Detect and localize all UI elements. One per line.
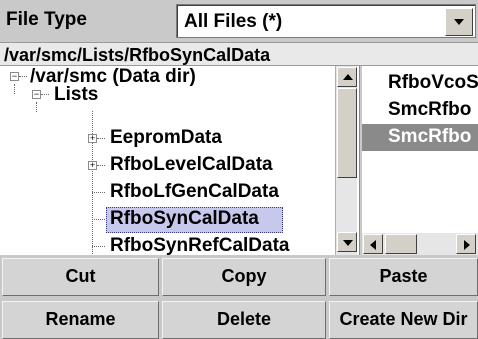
file-type-dropdown[interactable]: All Files (*) (176, 4, 476, 38)
collapse-icon[interactable]: − (10, 72, 19, 81)
tree-node-rfbolevelcaldata[interactable]: RfboLevelCalData (110, 154, 273, 176)
expand-icon[interactable]: + (88, 161, 97, 170)
tree-node-lists[interactable]: Lists (54, 84, 98, 106)
scroll-left-button[interactable] (363, 234, 383, 254)
tree-connector (41, 94, 49, 95)
file-item[interactable]: RfboVcoS (366, 70, 478, 97)
current-path-bar: /var/smc/Lists/RfboSynCalData (0, 42, 478, 66)
tree-vertical-scrollbar[interactable] (335, 66, 357, 255)
tree-node-rfbosynrefcaldata[interactable]: RfboSynRefCalData (110, 235, 289, 255)
rename-button[interactable]: Rename (2, 301, 159, 339)
scroll-thumb[interactable] (337, 88, 357, 178)
scroll-up-button[interactable] (337, 67, 357, 87)
chevron-down-icon[interactable] (445, 8, 473, 36)
copy-button[interactable]: Copy (162, 258, 326, 296)
tree-connector (92, 246, 105, 247)
scroll-down-button[interactable] (337, 232, 357, 252)
file-type-row: File Type All Files (*) (0, 0, 478, 42)
tree-connector (19, 76, 27, 77)
arrow-left-icon (370, 240, 376, 250)
tree-connector (36, 102, 37, 112)
tree-node-rfbosyncaldata[interactable]: RfboSynCalData (110, 208, 259, 230)
tree-connector (97, 165, 105, 166)
tree-node-rfbolfgencaldata[interactable]: RfboLfGenCalData (110, 181, 279, 203)
arrow-up-icon (343, 74, 353, 80)
file-list-horizontal-scrollbar[interactable] (362, 233, 478, 255)
collapse-icon[interactable]: − (32, 90, 41, 99)
scroll-right-button[interactable] (456, 234, 476, 254)
cut-button[interactable]: Cut (2, 258, 159, 296)
file-item-selected[interactable]: SmcRfbo (362, 124, 478, 151)
current-path: /var/smc/Lists/RfboSynCalData (4, 45, 271, 65)
directory-tree[interactable]: − − + + /var/smc (Data dir) Lists Eeprom… (0, 66, 360, 255)
expand-icon[interactable]: + (88, 134, 97, 143)
horizontal-scroll-thumb[interactable] (385, 234, 417, 254)
tree-connector (92, 219, 105, 220)
tree-connector (14, 84, 15, 94)
file-item[interactable]: SmcRfbo (366, 97, 478, 124)
arrow-right-icon (464, 240, 470, 250)
tree-connector (97, 138, 105, 139)
file-type-value: All Files (*) (184, 11, 283, 32)
file-list[interactable]: RfboVcoS SmcRfbo SmcRfbo (362, 66, 478, 255)
paste-button[interactable]: Paste (329, 258, 478, 296)
tree-connector (92, 192, 105, 193)
arrow-down-icon (343, 240, 353, 246)
tree-node-eepromdata[interactable]: EepromData (110, 127, 222, 149)
file-type-label: File Type (6, 9, 87, 30)
create-new-dir-button[interactable]: Create New Dir (329, 301, 478, 339)
delete-button[interactable]: Delete (162, 301, 326, 339)
